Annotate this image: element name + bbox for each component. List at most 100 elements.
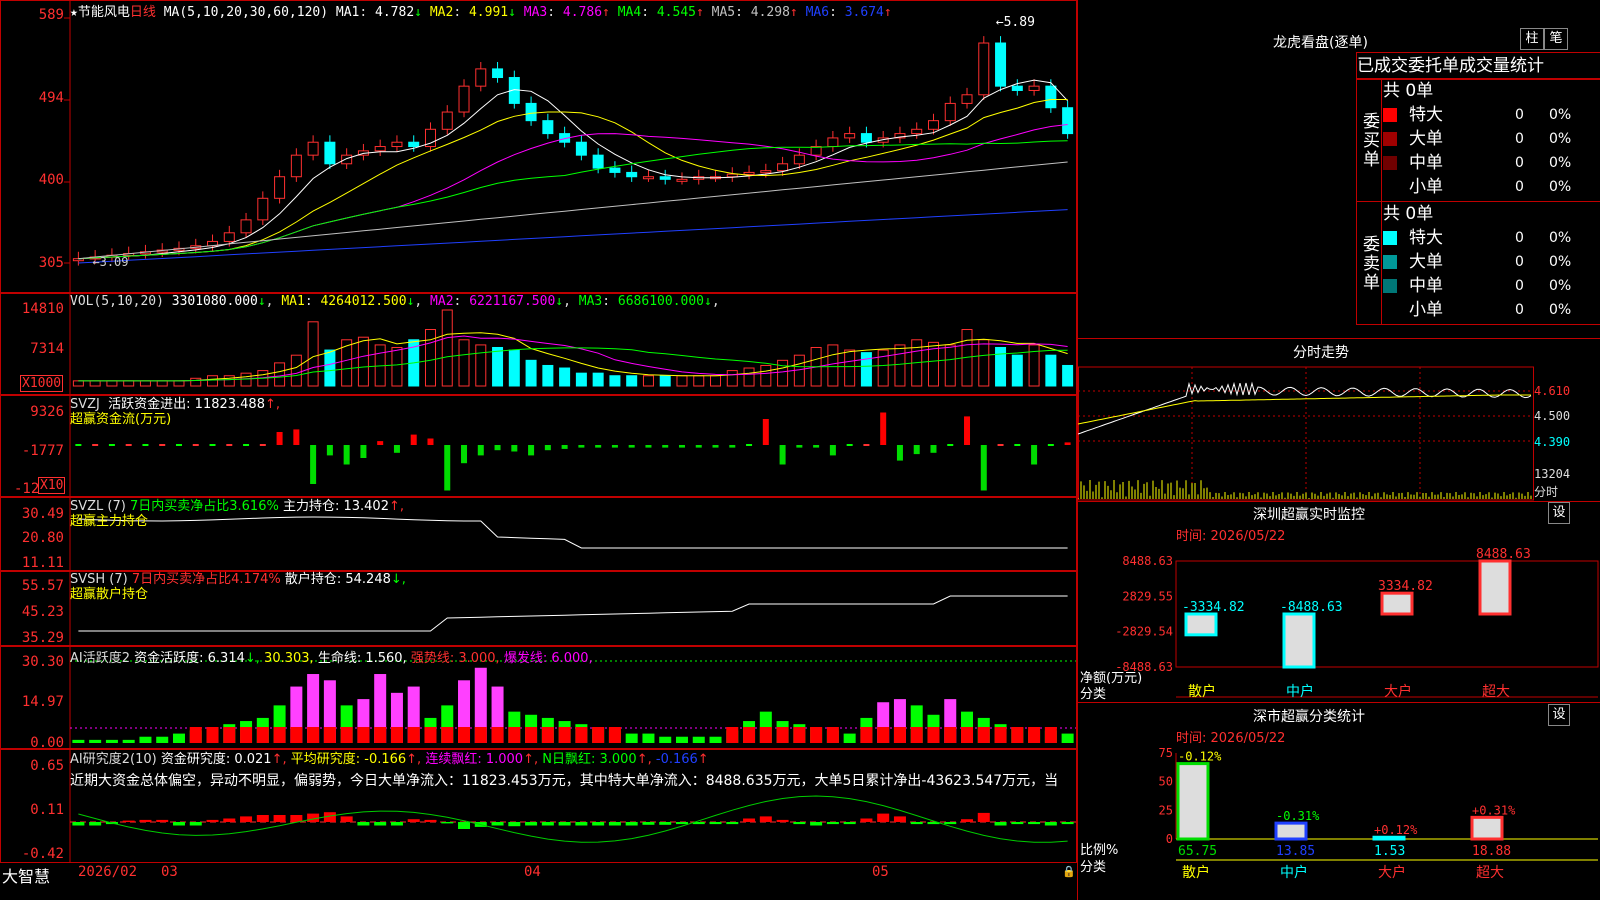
activity-base [424,727,437,743]
lhkp-title: 龙虎看盘(逐单) [1273,35,1368,51]
period-label[interactable]: 日线 [130,5,156,20]
price-pane: ←5.89 ←3.09 [72,15,1074,269]
activity-bar [105,739,118,743]
volume-bar [693,375,705,387]
volume-bar [676,375,688,387]
research-bar [273,815,286,822]
research-bar [743,818,756,822]
volume-bar [877,349,889,387]
vol-ma-arrow: ↓ [704,294,712,309]
ai-activity-pane [70,660,1076,743]
candle-body [575,141,587,156]
activity-base [390,727,403,743]
volume-bar [156,380,168,387]
volume-bar [357,336,369,387]
fenshi-price-label: 4.390 [1534,435,1571,449]
candle-body [777,163,789,172]
fenshi-chart[interactable] [1078,339,1600,501]
research-bar [625,822,638,826]
activity-base [357,727,370,743]
candle-body [961,94,973,104]
svzl-tick-label: 30.49 [21,506,64,522]
research-bar [172,822,185,826]
volume-bar [710,375,722,387]
candle-body [475,68,487,87]
activity-base [927,727,940,743]
flow-bar [930,445,937,453]
tab-orders[interactable]: 委托单 [1408,56,1459,76]
classify-tick-label: 0 [1166,832,1173,846]
research-bar [407,819,420,822]
order-total: 共 0单 [1383,81,1434,101]
candle-body [1062,107,1074,135]
activity-bar [139,736,152,743]
svzj-tick-label: -1777 [21,443,64,459]
research-bar [156,819,169,822]
vol-ma-sep: : [602,294,618,309]
price-tick-label: 494 [38,90,64,106]
activity-bar [1061,733,1074,743]
activity-base [944,727,957,743]
activity-bar [172,733,185,743]
stock-name: 节能风电 [77,5,130,20]
tick-mode-button[interactable]: 笔 [1544,28,1568,50]
order-label: 大单 [1409,252,1443,272]
bar-mode-button[interactable]: 柱 [1520,28,1544,50]
activity-base [558,727,571,743]
volume-bar [525,359,537,387]
candle-body [793,154,805,165]
activity-base [575,727,588,743]
candle-body [743,171,755,175]
research-bar [525,822,538,826]
candle-body [911,128,923,135]
research-bar [1044,822,1057,826]
flow-bar [477,445,484,456]
fenshi-panel[interactable]: 分时走势 4.610 4.500 4.390 13204 分时 [1078,338,1600,502]
activity-base [323,727,336,743]
fenshi-vol-label: 13204 [1534,467,1571,481]
flow-bar [427,438,434,445]
price-header: ★节能风电日线 MA(5,10,20,30,60,120) MA1: 4.782… [70,1,892,20]
ma-key: MA2 [429,5,454,20]
candle-body [626,171,638,178]
order-row: 大单 0 0% [1383,250,1600,274]
flow-bar [511,445,518,452]
order-pct: 0% [1549,107,1572,123]
candle-body [927,120,939,130]
monitor-tick-label: 2829.55 [1122,589,1173,603]
monitor-value-label: -3334.82 [1182,600,1245,615]
volume-bar [274,362,286,387]
vol-tick-label: 14810 [21,301,64,317]
ma-key: MA1 [335,5,360,20]
volume-bar [1011,354,1023,387]
svzl-tick-label: 11.11 [21,555,64,571]
color-swatch [1383,279,1397,293]
tab-filled[interactable]: 已成交 [1357,56,1408,76]
flow-bar [796,445,803,448]
activity-base [961,727,974,743]
order-count: 0 [1515,278,1524,294]
activity-base [256,727,269,743]
volume-bar [592,372,604,387]
tab-volume-stats[interactable]: 成交量统计 [1459,56,1544,76]
research-bar [860,818,873,822]
vol-ma-value: 6221167.500 [469,294,556,309]
volume-bar [827,344,839,387]
flow-bar [678,445,685,448]
research-bar [961,819,974,822]
lock-icon[interactable]: 🔒 [1062,865,1076,878]
ma-space [704,5,712,20]
order-row: 中单 0 0% [1383,274,1600,298]
activity-base [273,727,286,743]
ai1-tick-label: 30.30 [21,654,64,670]
vol-value: 3301080.000 [171,294,258,309]
classify-tick-label: 75 [1159,746,1173,760]
date-label: 05 [872,864,889,880]
volume-bar [391,346,403,387]
volume-bar [106,380,118,387]
vol-ma-sep: , [414,294,431,309]
ma-arrow: ↑ [695,5,704,20]
order-pct: 0% [1549,278,1572,294]
activity-base [189,727,202,743]
classify-category-label: 大户 [1378,864,1406,881]
